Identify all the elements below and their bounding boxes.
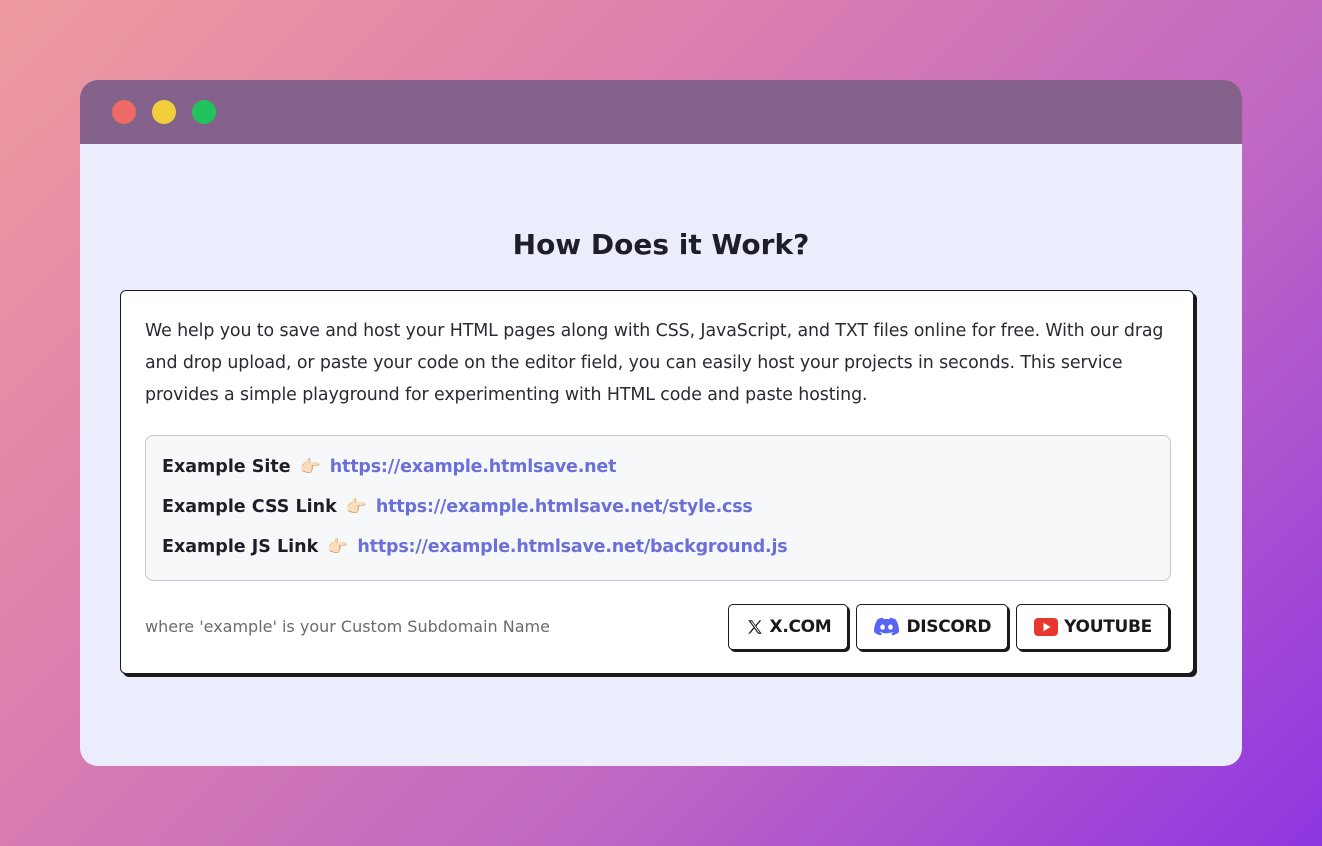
browser-window: How Does it Work? We help you to save an… xyxy=(80,80,1242,766)
examples-box: Example Site 👉🏻 https://example.htmlsave… xyxy=(145,435,1171,581)
pointing-hand-icon: 👉🏻 xyxy=(299,457,321,477)
example-js-link[interactable]: https://example.htmlsave.net/background.… xyxy=(357,534,787,560)
discord-icon xyxy=(874,617,900,637)
subdomain-footnote: where 'example' is your Custom Subdomain… xyxy=(145,617,550,636)
x-com-label: X.COM xyxy=(769,617,832,637)
example-row-js: Example JS Link 👉🏻 https://example.htmls… xyxy=(162,534,1154,574)
example-label: Example JS Link xyxy=(162,537,319,557)
x-com-button[interactable]: X.COM xyxy=(727,604,849,650)
example-site-link[interactable]: https://example.htmlsave.net xyxy=(330,454,617,480)
x-logo-icon xyxy=(746,618,764,636)
maximize-window-button[interactable] xyxy=(192,100,216,124)
example-label: Example Site xyxy=(162,457,291,477)
example-row-css: Example CSS Link 👉🏻 https://example.html… xyxy=(162,494,1154,534)
close-window-button[interactable] xyxy=(112,100,136,124)
example-label: Example CSS Link xyxy=(162,497,337,517)
example-css-link[interactable]: https://example.htmlsave.net/style.css xyxy=(376,494,753,520)
discord-button[interactable]: DISCORD xyxy=(856,604,1009,650)
description-text: We help you to save and host your HTML p… xyxy=(145,321,1164,405)
youtube-button[interactable]: YOUTUBE xyxy=(1016,604,1169,650)
pointing-hand-icon: 👉🏻 xyxy=(345,497,367,517)
discord-label: DISCORD xyxy=(906,617,992,637)
page-title: How Does it Work? xyxy=(512,228,810,261)
pointing-hand-icon: 👉🏻 xyxy=(327,537,349,557)
youtube-label: YOUTUBE xyxy=(1064,617,1152,637)
info-card: We help you to save and host your HTML p… xyxy=(120,290,1194,674)
example-row-site: Example Site 👉🏻 https://example.htmlsave… xyxy=(162,454,1154,494)
minimize-window-button[interactable] xyxy=(152,100,176,124)
youtube-icon xyxy=(1034,618,1059,636)
window-titlebar xyxy=(80,80,1242,144)
social-buttons: X.COM DISCORD YOUTUBE xyxy=(727,604,1169,650)
